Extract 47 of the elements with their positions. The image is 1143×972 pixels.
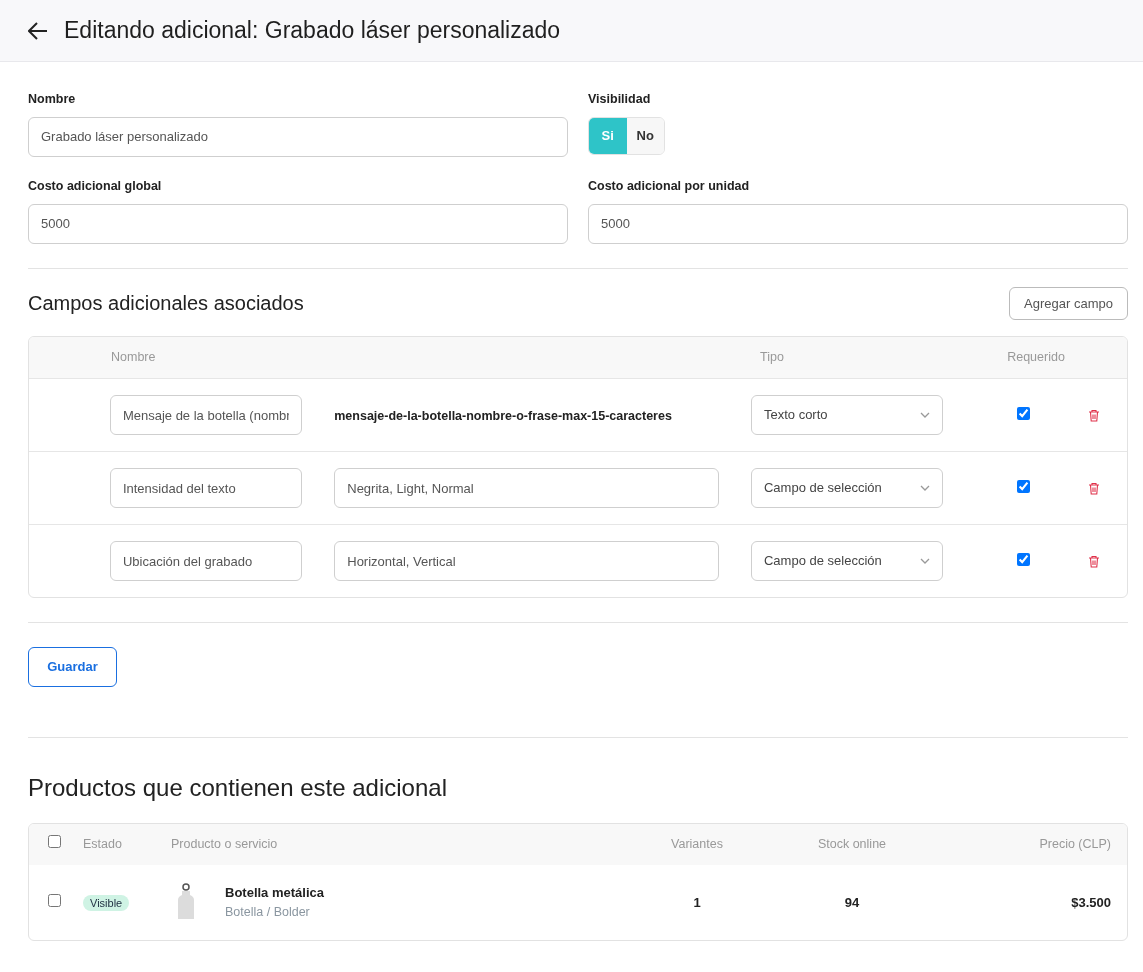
product-category: Botella / Bolder [225,903,311,921]
name-field[interactable]: Grabado láser personalizado [28,116,568,157]
unit-cost-label: Costo adicional por unidad [588,177,750,195]
visibility-option[interactable]: No [626,117,664,154]
type-select[interactable]: Campo de selección [750,541,944,581]
trash-icon[interactable] [1087,555,1100,569]
required-checkbox[interactable] [1016,480,1030,493]
stock-count: 94 [844,894,860,910]
global-cost-field[interactable]: 5000 [28,203,568,244]
trash-icon[interactable] [1087,482,1100,496]
add-field-button[interactable]: Agregar campo [1009,286,1128,320]
chevron-down-icon [920,412,931,418]
price: $3.500 [1071,894,1111,910]
column-header: Precio (CLP) [1039,836,1111,851]
column-header: Tipo [760,350,784,365]
field-name-input[interactable]: Ubicación del grabado [109,541,303,581]
section-title: Campos adicionales asociados [28,291,304,316]
field-name-input[interactable]: Intensidad del texto [109,468,303,508]
column-header: Variantes [671,836,723,851]
field-slug: mensaje-de-la-botella-nombre-o-frase-max-15-caracteres [334,409,672,423]
global-cost-label: Costo adicional global [28,177,162,195]
column-header: Estado [83,836,122,851]
name-label: Nombre [28,91,76,108]
column-header: Producto o servicio [171,836,278,851]
column-header: Nombre [111,350,156,365]
visibility-label: Visibilidad [588,91,651,108]
required-checkbox[interactable] [1016,407,1030,420]
product-name[interactable]: Botella metálica [225,883,324,903]
save-button[interactable]: Guardar [28,647,117,687]
trash-icon[interactable] [1087,409,1100,423]
unit-cost-field[interactable]: 5000 [588,203,1128,244]
field-options-input[interactable]: Horizontal, Vertical [334,541,719,581]
select-all-checkbox[interactable] [48,834,61,848]
chevron-down-icon [920,558,931,564]
chevron-down-icon [920,485,931,491]
column-header: Stock online [817,836,887,851]
field-options-input[interactable]: Negrita, Light, Normal [334,468,719,508]
status-badge: Visible [83,894,130,911]
page-title: Editando adicional: Grabado láser personalizado [64,16,561,45]
section-title: Productos que contienen este adicional [28,774,448,803]
variants-count: 1 [693,894,701,910]
back-arrow-icon[interactable] [28,21,48,40]
type-select[interactable]: Campo de selección [750,468,944,508]
required-checkbox[interactable] [1016,553,1030,566]
row-checkbox[interactable] [48,893,61,907]
type-select[interactable]: Texto corto [750,395,944,435]
column-header: Requerido [1007,350,1065,365]
